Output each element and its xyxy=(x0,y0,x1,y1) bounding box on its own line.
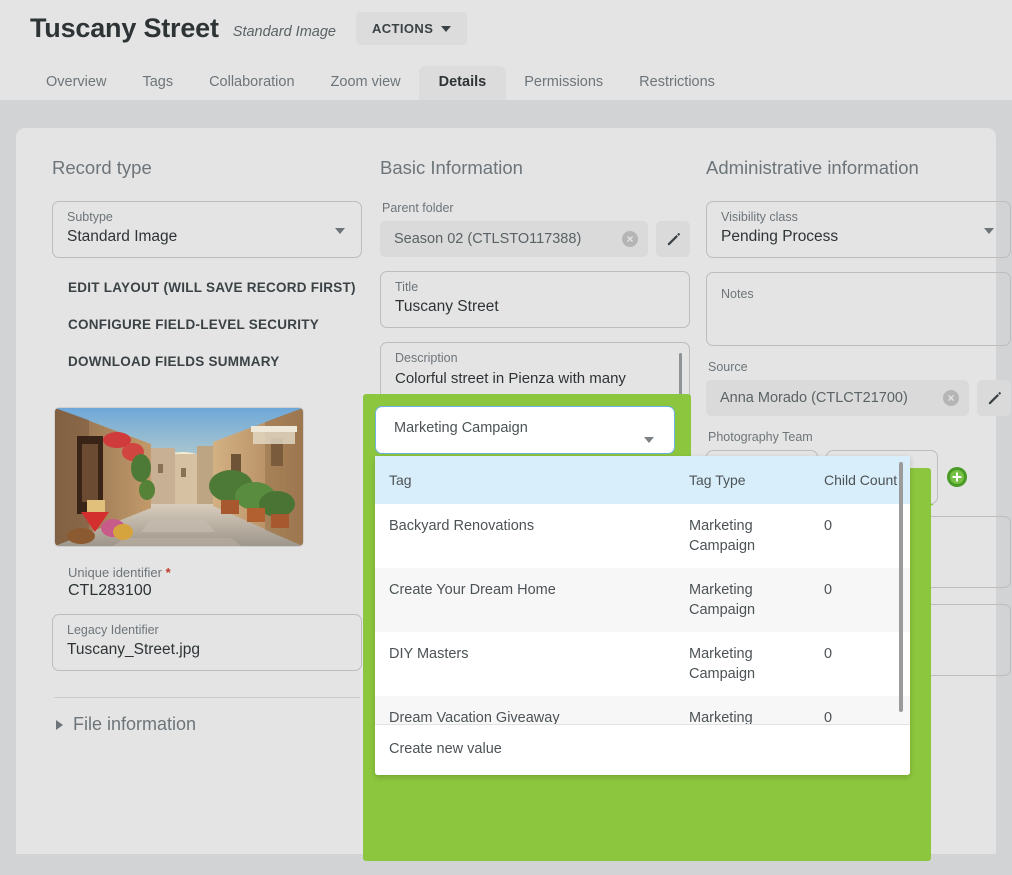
source-edit-button[interactable] xyxy=(977,380,1011,416)
tag-suggestions-panel: Tag Tag Type Child Count Backyard Renova… xyxy=(375,456,910,775)
download-fields-summary-action[interactable]: DOWNLOAD FIELDS SUMMARY xyxy=(68,354,362,369)
unique-identifier-label-text: Unique identifier xyxy=(68,565,162,580)
tag-type-combobox-value: Marketing Campaign xyxy=(394,420,528,436)
column-header-tag-type: Tag Type xyxy=(675,456,810,504)
visibility-class-select[interactable]: Visibility class Pending Process xyxy=(706,201,1011,258)
column-header-child-count: Child Count xyxy=(810,456,910,504)
source-label: Source xyxy=(708,360,748,374)
parent-folder-value[interactable]: Season 02 (CTLSTO117388) × xyxy=(380,221,648,257)
chevron-down-icon xyxy=(441,25,452,32)
record-subtype-label: Standard Image xyxy=(232,23,336,40)
parent-folder-label: Parent folder xyxy=(382,201,454,215)
cell-tag: Create Your Dream Home xyxy=(375,568,675,632)
administrative-information-heading: Administrative information xyxy=(706,157,919,178)
edit-layout-action[interactable]: EDIT LAYOUT (WILL SAVE RECORD FIRST) xyxy=(68,280,362,295)
cell-tag: Backyard Renovations xyxy=(375,504,675,568)
source-text: Anna Morado (CTLCT21700) xyxy=(720,390,908,406)
configure-security-action[interactable]: CONFIGURE FIELD-LEVEL SECURITY xyxy=(68,317,362,332)
cell-child-count: 0 xyxy=(810,696,910,724)
legacy-identifier-value: Tuscany_Street.jpg xyxy=(67,641,200,658)
pencil-icon xyxy=(988,391,1001,404)
notes-field[interactable]: Notes xyxy=(706,272,1011,346)
record-title-row: Tuscany Street Standard Image ACTIONS xyxy=(30,12,468,45)
unique-identifier-label: Unique identifier * xyxy=(68,565,362,580)
parent-folder-edit-button[interactable] xyxy=(656,221,690,257)
page-title: Tuscany Street xyxy=(30,13,219,43)
visibility-class-value: Pending Process xyxy=(721,228,839,245)
notes-label: Notes xyxy=(721,287,754,301)
file-information-toggle[interactable]: File information xyxy=(56,714,362,735)
tag-type-combobox[interactable]: Marketing Campaign xyxy=(375,406,675,454)
table-row[interactable]: Backyard Renovations Marketing Campaign … xyxy=(375,504,910,568)
tag-suggestions-scroll-area[interactable]: Tag Tag Type Child Count Backyard Renova… xyxy=(375,456,910,724)
subtype-value: Standard Image xyxy=(67,228,178,245)
subtype-select[interactable]: Subtype Standard Image xyxy=(52,201,362,258)
cell-tag-type: Marketing Campaign xyxy=(675,632,810,696)
create-new-value-option[interactable]: Create new value xyxy=(375,724,910,775)
tag-type-dropdown-widget: Marketing Campaign Tag Tag Type Child Co… xyxy=(375,406,920,775)
tab-permissions[interactable]: Permissions xyxy=(506,66,621,100)
clear-icon[interactable]: × xyxy=(943,390,959,406)
tab-collaboration[interactable]: Collaboration xyxy=(191,66,312,100)
clear-icon[interactable]: × xyxy=(622,231,638,247)
tag-suggestions-table: Tag Tag Type Child Count Backyard Renova… xyxy=(375,456,910,724)
cell-child-count: 0 xyxy=(810,632,910,696)
title-field-label: Title xyxy=(395,280,419,294)
cell-tag: DIY Masters xyxy=(375,632,675,696)
file-information-label: File information xyxy=(73,714,197,734)
table-row[interactable]: DIY Masters Marketing Campaign 0 xyxy=(375,632,910,696)
tab-details[interactable]: Details xyxy=(418,66,507,100)
triangle-right-icon xyxy=(56,719,63,730)
tab-overview[interactable]: Overview xyxy=(28,66,124,100)
table-row[interactable]: Create Your Dream Home Marketing Campaig… xyxy=(375,568,910,632)
description-field-label: Description xyxy=(395,351,458,365)
plus-circle-icon xyxy=(947,467,967,487)
app-header: Tuscany Street Standard Image ACTIONS Ov… xyxy=(0,0,1012,100)
tab-bar: Overview Tags Collaboration Zoom view De… xyxy=(0,64,1012,100)
required-asterisk: * xyxy=(165,565,171,580)
parent-folder-row: Season 02 (CTLSTO117388) × xyxy=(380,221,690,257)
table-row[interactable]: Dream Vacation Giveaway Marketing Campai… xyxy=(375,696,910,724)
unique-identifier-value: CTL283100 xyxy=(68,582,152,599)
pencil-icon xyxy=(667,232,680,245)
tab-tags[interactable]: Tags xyxy=(124,66,191,100)
cell-child-count: 0 xyxy=(810,568,910,632)
legacy-identifier-field[interactable]: Legacy Identifier Tuscany_Street.jpg xyxy=(52,614,362,671)
record-type-column: Record type Subtype Standard Image EDIT … xyxy=(52,128,362,735)
table-header-row: Tag Tag Type Child Count xyxy=(375,456,910,504)
add-row-button[interactable] xyxy=(946,466,968,488)
record-thumbnail[interactable] xyxy=(54,407,304,547)
description-scrollbar[interactable] xyxy=(679,353,682,399)
parent-folder-text: Season 02 (CTLSTO117388) xyxy=(394,231,582,247)
basic-information-heading: Basic Information xyxy=(380,157,523,178)
title-field-value: Tuscany Street xyxy=(395,298,499,315)
column-header-tag: Tag xyxy=(375,456,675,504)
title-field[interactable]: Title Tuscany Street xyxy=(380,271,690,328)
cell-tag-type: Marketing Campaign xyxy=(675,696,810,724)
basic-information-column: Basic Information Parent folder Season 0… xyxy=(380,128,690,432)
cell-tag: Dream Vacation Giveaway xyxy=(375,696,675,724)
record-type-heading: Record type xyxy=(52,157,152,178)
legacy-identifier-label: Legacy Identifier xyxy=(67,623,159,637)
tab-restrictions[interactable]: Restrictions xyxy=(621,66,733,100)
dropdown-scrollbar[interactable] xyxy=(899,462,903,712)
section-divider xyxy=(54,697,360,698)
actions-button-label: ACTIONS xyxy=(371,21,434,36)
cell-tag-type: Marketing Campaign xyxy=(675,568,810,632)
actions-button[interactable]: ACTIONS xyxy=(355,12,468,45)
cell-child-count: 0 xyxy=(810,504,910,568)
cell-tag-type: Marketing Campaign xyxy=(675,504,810,568)
subtype-label: Subtype xyxy=(67,210,113,224)
visibility-class-label: Visibility class xyxy=(721,210,798,224)
tab-zoom-view[interactable]: Zoom view xyxy=(313,66,419,100)
